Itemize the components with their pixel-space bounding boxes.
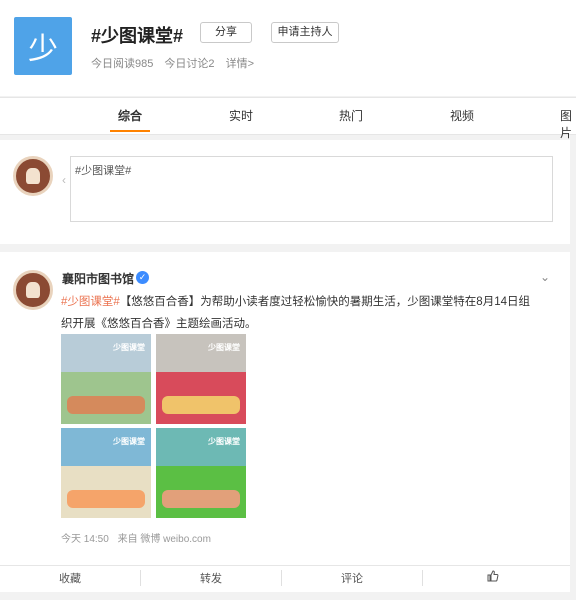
photo-children xyxy=(67,396,145,414)
thumbs-up-icon xyxy=(487,570,499,582)
photo-children xyxy=(162,490,240,508)
topic-header: 少 #少图课堂# 分享 申请主持人 今日阅读985 今日讨论2 详情> xyxy=(0,0,576,96)
verified-badge-icon: ✓ xyxy=(136,271,149,284)
post-photo[interactable]: 少图课堂 xyxy=(156,428,246,518)
author-avatar[interactable] xyxy=(13,270,53,310)
tab-video[interactable]: 视频 xyxy=(450,107,474,124)
like-button[interactable] xyxy=(423,570,563,585)
tab-realtime[interactable]: 实时 xyxy=(229,107,253,124)
share-button[interactable]: 分享 xyxy=(200,22,252,43)
post-text: #少图课堂#【悠悠百合香】为帮助小读者度过轻松愉快的暑期生活，少图课堂特在8月1… xyxy=(61,291,541,335)
post-photo[interactable]: 少图课堂 xyxy=(61,334,151,424)
repost-button[interactable]: 转发 xyxy=(141,570,281,586)
tab-hot[interactable]: 热门 xyxy=(339,107,363,124)
post-source: 来自 微博 weibo.com xyxy=(117,534,211,545)
post-time[interactable]: 今天 14:50 xyxy=(61,534,109,545)
post-author[interactable]: 襄阳市图书馆 xyxy=(62,270,134,287)
details-link[interactable]: 详情> xyxy=(226,58,254,70)
post-meta: 今天 14:50 来自 微博 weibo.com xyxy=(61,530,217,545)
chevron-down-icon[interactable]: ⌄ xyxy=(540,270,550,284)
apply-host-button[interactable]: 申请主持人 xyxy=(271,22,339,43)
post-photo[interactable]: 少图课堂 xyxy=(156,334,246,424)
reads-count: 今日阅读985 xyxy=(91,58,154,70)
user-avatar xyxy=(13,156,53,196)
tab-all[interactable]: 综合 xyxy=(118,107,142,124)
photo-children xyxy=(67,490,145,508)
caret-left-icon: ‹ xyxy=(62,173,66,187)
photo-sign: 少图课堂 xyxy=(208,437,240,446)
composer: ‹ #少图课堂# xyxy=(0,140,570,244)
tab-bar: 综合 实时 热门 视频 图片 xyxy=(0,97,576,140)
post-input[interactable]: #少图课堂# xyxy=(70,156,553,222)
post-photo[interactable]: 少图课堂 xyxy=(61,428,151,518)
discussions-count: 今日讨论2 xyxy=(164,58,215,70)
topic-stats: 今日阅读985 今日讨论2 详情> xyxy=(91,55,262,71)
active-tab-indicator xyxy=(110,130,150,132)
photo-sign: 少图课堂 xyxy=(113,437,145,446)
post-body: 【悠悠百合香】为帮助小读者度过轻松愉快的暑期生活，少图课堂特在8月14日组织开展… xyxy=(61,296,530,330)
topic-logo: 少 xyxy=(14,17,72,75)
post-actions: 收藏 转发 评论 xyxy=(0,565,570,591)
photo-sign: 少图课堂 xyxy=(113,343,145,352)
post-hashtag[interactable]: #少图课堂# xyxy=(61,296,120,308)
photo-sign: 少图课堂 xyxy=(208,343,240,352)
favorite-button[interactable]: 收藏 xyxy=(0,570,140,586)
tab-images[interactable]: 图片 xyxy=(560,107,576,141)
comment-button[interactable]: 评论 xyxy=(282,570,422,586)
photo-children xyxy=(162,396,240,414)
topic-title: #少图课堂# xyxy=(91,26,184,46)
